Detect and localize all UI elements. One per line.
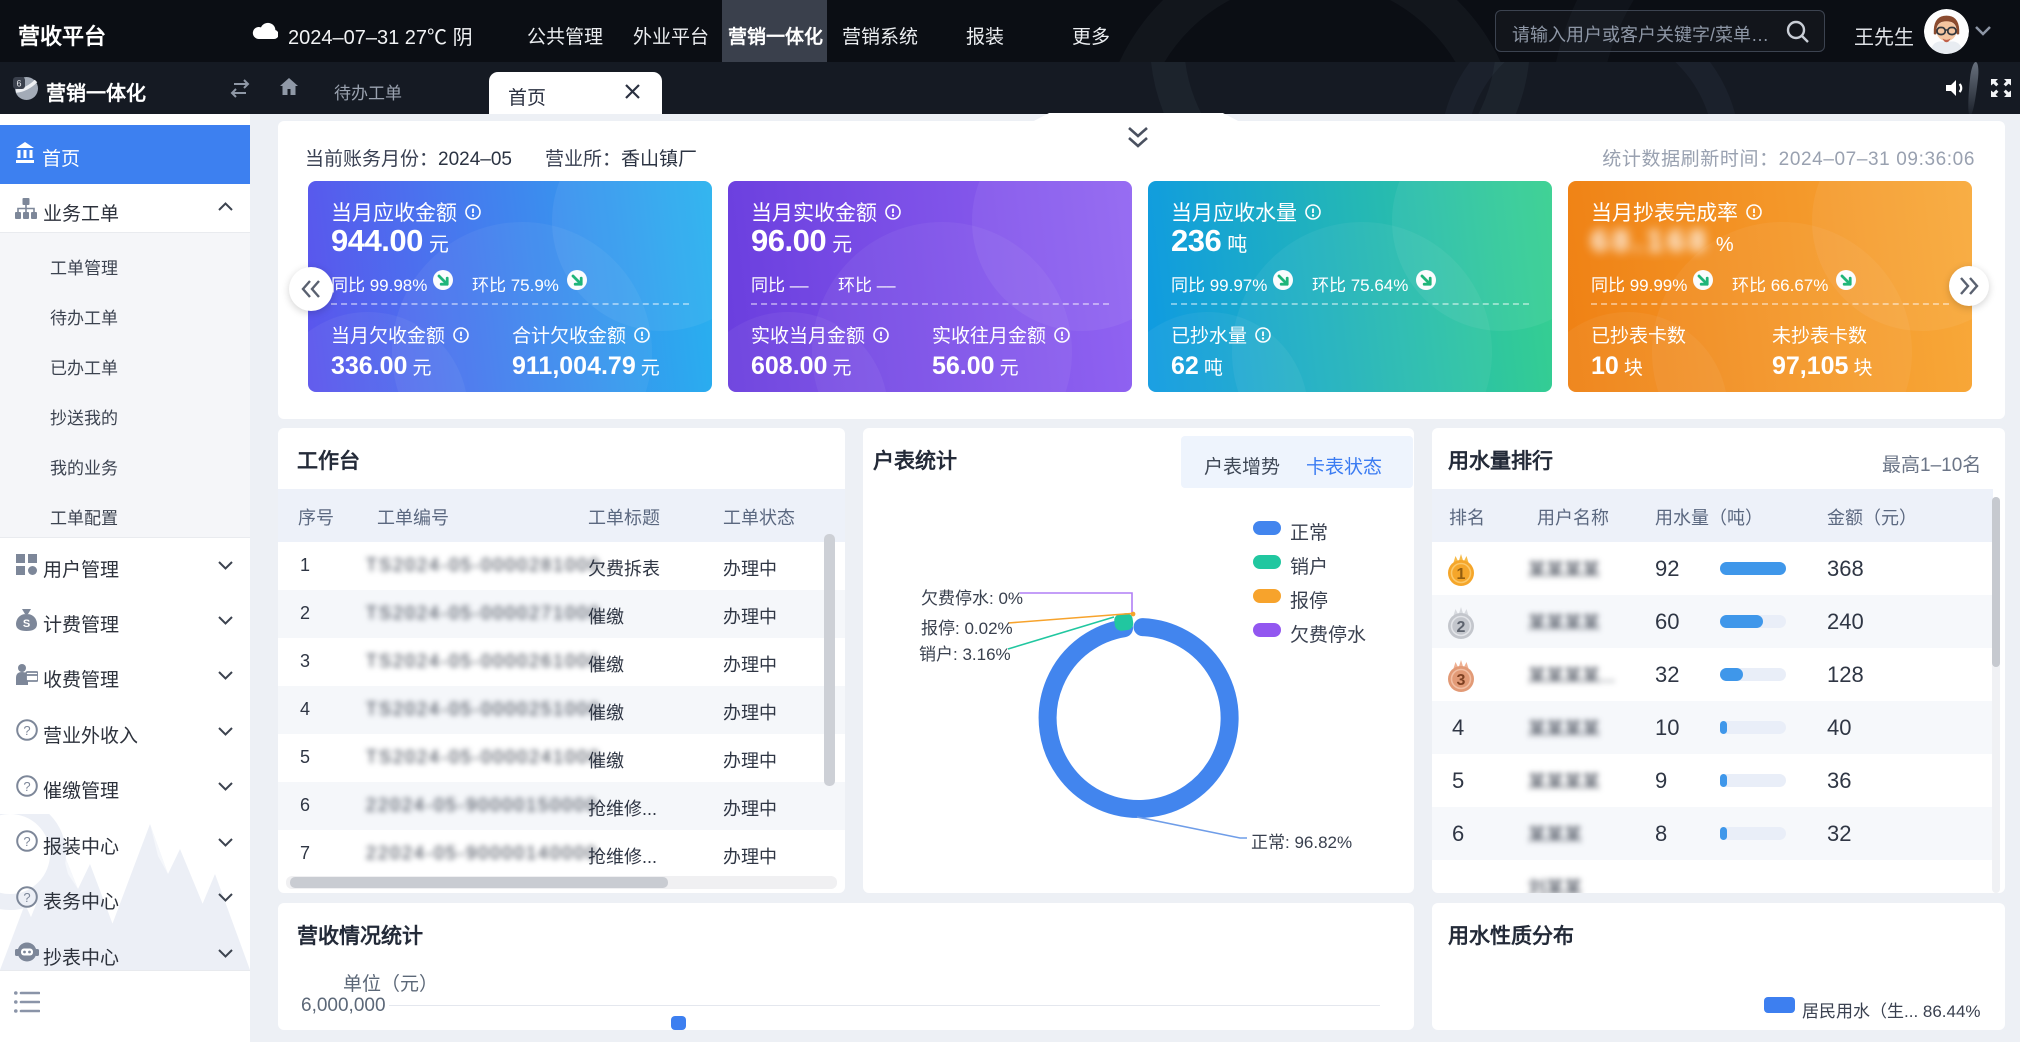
svg-text:?: ? [23, 779, 30, 794]
svg-text:?: ? [23, 834, 30, 849]
svg-text:6: 6 [16, 79, 21, 89]
svg-text:S: S [23, 618, 30, 630]
svg-text:?: ? [23, 723, 30, 738]
svg-text:?: ? [23, 890, 30, 905]
